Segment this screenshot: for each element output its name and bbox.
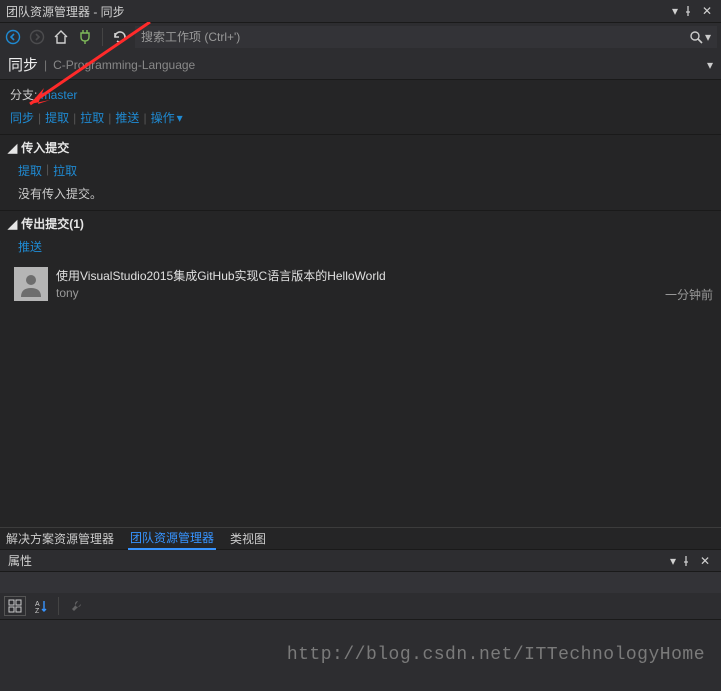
incoming-pull[interactable]: 拉取 [53,162,77,179]
incoming-section-header[interactable]: ◢ 传入提交 [0,134,721,160]
action-sync[interactable]: 同步 [10,109,34,126]
window-title: 团队资源管理器 - 同步 [6,3,125,20]
tab-solution-explorer[interactable]: 解决方案资源管理器 [4,528,116,549]
incoming-title: 传入提交 [21,139,69,156]
outgoing-push[interactable]: 推送 [18,238,42,255]
dropdown-icon[interactable]: ▾ [667,4,683,18]
properties-grid [0,619,721,691]
branch-label: 分支: [10,88,37,102]
incoming-fetch[interactable]: 提取 [18,162,42,179]
outgoing-title: 传出提交(1) [21,215,84,232]
search-placeholder: 搜索工作项 (Ctrl+') [141,28,689,45]
tab-class-view[interactable]: 类视图 [228,528,268,549]
outgoing-section-header[interactable]: ◢ 传出提交(1) [0,210,721,236]
action-ops[interactable]: 操作▾ [151,109,183,126]
refresh-icon[interactable] [111,28,129,46]
plug-icon[interactable] [76,28,94,46]
wrench-icon[interactable] [65,596,87,616]
forward-icon [28,28,46,46]
avatar [14,267,48,301]
chevron-down-icon[interactable]: ▾ [707,58,713,72]
page-title: 同步 [8,54,38,75]
commit-time: 一分钟前 [665,286,713,303]
search-icon[interactable] [689,30,703,44]
branch-link[interactable]: master [41,88,78,102]
close-icon[interactable]: ✕ [697,554,713,568]
close-icon[interactable]: ✕ [699,4,715,18]
action-push[interactable]: 推送 [115,109,139,126]
sort-icon[interactable]: AZ [30,596,52,616]
search-input[interactable]: 搜索工作项 (Ctrl+') ▾ [135,26,717,48]
action-fetch[interactable]: 提取 [45,109,69,126]
svg-text:Z: Z [35,608,40,613]
categorize-icon[interactable] [4,596,26,616]
properties-title: 属性 [8,552,32,569]
action-pull[interactable]: 拉取 [80,109,104,126]
dropdown-icon[interactable]: ▾ [665,554,681,568]
search-dropdown-icon[interactable]: ▾ [705,30,711,44]
home-icon[interactable] [52,28,70,46]
incoming-empty-text: 没有传入提交。 [18,185,709,202]
repo-name: C-Programming-Language [53,58,195,72]
collapse-icon: ◢ [8,141,17,155]
tab-team-explorer[interactable]: 团队资源管理器 [128,527,216,550]
pin-icon[interactable] [683,6,699,16]
properties-selector[interactable] [0,571,721,593]
commit-message: 使用VisualStudio2015集成GitHub实现C语言版本的HelloW… [56,267,713,284]
commit-author: tony [56,286,665,303]
collapse-icon: ◢ [8,217,17,231]
back-icon[interactable] [4,28,22,46]
commit-item[interactable]: 使用VisualStudio2015集成GitHub实现C语言版本的HelloW… [0,263,721,307]
svg-text:A: A [35,601,40,608]
pin-icon[interactable] [681,556,697,566]
